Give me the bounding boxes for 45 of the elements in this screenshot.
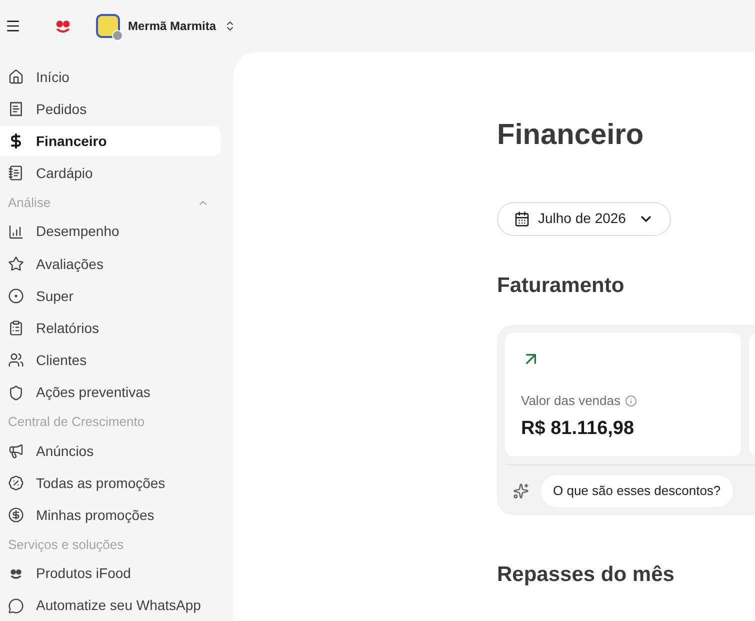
month-selector[interactable]: Julho de 2026 <box>497 202 671 236</box>
sidebar-item[interactable]: Financeiro <box>0 126 221 156</box>
sidebar-item[interactable]: Produtos iFood <box>0 558 221 589</box>
info-icon[interactable] <box>624 394 636 407</box>
shield-icon <box>8 384 24 400</box>
section-title: Repasses do mês <box>497 562 676 588</box>
sidebar-item[interactable]: Avaliações <box>0 249 221 280</box>
sidebar-item[interactable]: Automatize seu WhatsApp <box>0 590 221 621</box>
notebook-icon <box>8 165 24 182</box>
sidebar-item[interactable]: Início <box>0 62 221 92</box>
users-icon <box>8 352 24 368</box>
sidebar-item[interactable]: Todas as promoções <box>0 468 221 498</box>
dollar-circle-icon <box>8 507 24 524</box>
section-label: Central de Crescimento <box>8 413 145 432</box>
question-chip[interactable]: O que são esses descontos? <box>541 475 733 507</box>
sidebar-item[interactable]: Anúncios <box>0 436 221 466</box>
sidebar-item[interactable]: Ações preventivas <box>0 377 221 408</box>
house-icon <box>8 69 24 86</box>
sidebar-item[interactable]: Clientes <box>0 345 221 376</box>
menu-icon[interactable] <box>5 18 21 34</box>
metric-value: R$ 81.116,98 <box>521 416 636 440</box>
calendar-icon <box>514 210 530 226</box>
section-title: Faturamento <box>497 272 626 298</box>
sidebar-item[interactable]: Cardápio <box>0 158 221 188</box>
sidebar-item[interactable]: Minhas promoções <box>0 500 221 530</box>
clipboard-list-icon <box>8 320 24 336</box>
percent-badge-icon <box>8 475 24 492</box>
receipt-icon <box>8 101 24 118</box>
sidebar-item[interactable]: Desempenho <box>0 216 221 248</box>
sparkles-icon <box>513 483 529 499</box>
metric-label: Valor das vendas <box>521 392 620 410</box>
section-label: Serviços e soluções <box>8 536 124 554</box>
sidebar-item[interactable]: Relatórios <box>0 313 221 344</box>
section-label: Análise <box>8 194 51 212</box>
store-avatar <box>96 14 120 38</box>
sidebar-item[interactable]: Super <box>0 281 221 312</box>
star-icon <box>8 256 24 272</box>
page-title: Financeiro <box>497 118 645 153</box>
sidebar-item[interactable]: Pedidos <box>0 94 221 124</box>
store-name: Mermã Marmita <box>128 18 216 35</box>
bar-chart-icon <box>8 224 24 240</box>
circle-dot-icon <box>8 288 24 304</box>
chat-bubble-icon <box>8 598 24 614</box>
megaphone-icon <box>8 443 24 460</box>
dollar-icon <box>8 133 24 150</box>
